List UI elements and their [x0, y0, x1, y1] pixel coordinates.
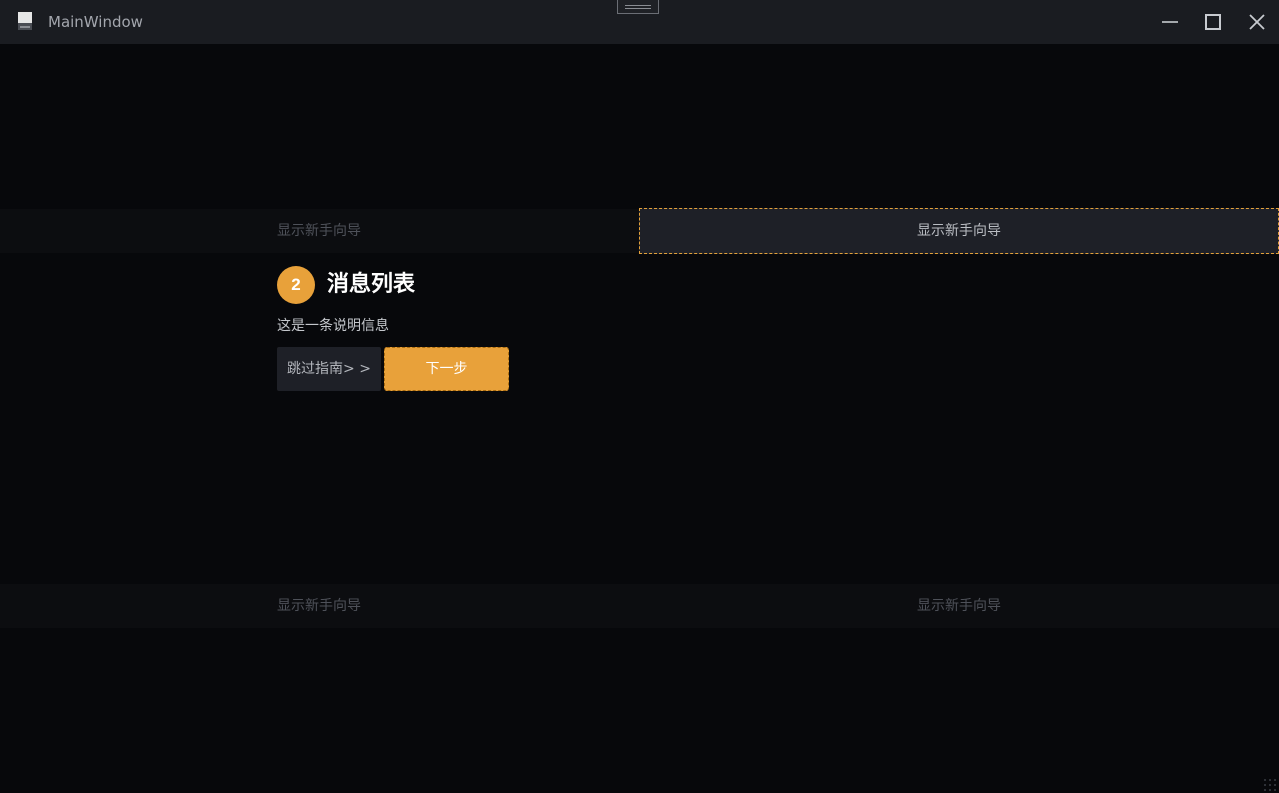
- close-button[interactable]: [1237, 0, 1277, 44]
- show-guide-button-bottom-right[interactable]: 显示新手向导: [639, 584, 1279, 628]
- resize-grip-icon[interactable]: [1263, 777, 1277, 791]
- show-guide-button-bottom-left[interactable]: 显示新手向导: [0, 584, 638, 628]
- next-step-button[interactable]: 下一步: [384, 347, 509, 391]
- window-title: MainWindow: [48, 13, 143, 31]
- show-guide-button-top-right[interactable]: 显示新手向导: [639, 208, 1279, 254]
- guide-step-badge: 2: [277, 266, 315, 304]
- top-button-row: 显示新手向导 显示新手向导: [0, 208, 1279, 254]
- minimize-icon: [1162, 21, 1178, 23]
- app-icon: [17, 12, 33, 31]
- maximize-button[interactable]: [1193, 0, 1233, 44]
- maximize-icon: [1205, 14, 1221, 30]
- skip-guide-button[interactable]: 跳过指南> >: [277, 347, 381, 391]
- guide-title: 消息列表: [327, 272, 416, 297]
- bottom-button-row: 显示新手向导 显示新手向导: [0, 584, 1279, 628]
- main-window: MainWindow 显示新手向导 显示新手向导 2 消息列表 这是一条说明信息…: [0, 0, 1279, 793]
- drag-handle[interactable]: [617, 0, 659, 14]
- show-guide-button-top-left[interactable]: 显示新手向导: [0, 209, 638, 253]
- close-icon: [1249, 14, 1265, 30]
- guide-description: 这是一条说明信息: [277, 318, 389, 334]
- title-bar[interactable]: MainWindow: [0, 0, 1279, 44]
- minimize-button[interactable]: [1150, 0, 1190, 44]
